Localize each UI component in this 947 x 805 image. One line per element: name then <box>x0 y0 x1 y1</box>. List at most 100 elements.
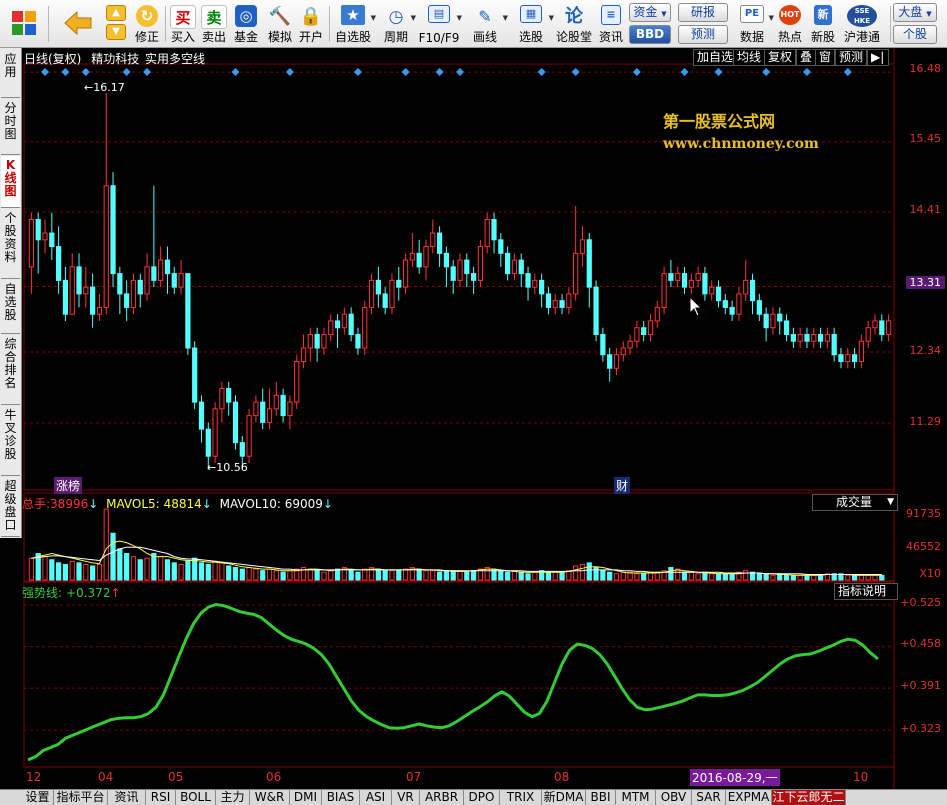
bottom-tab-boll[interactable]: BOLL <box>176 790 216 805</box>
indicator-help-button[interactable]: 指标说明 <box>834 583 898 600</box>
tab-diagnosis[interactable]: 牛叉诊股 <box>1 406 20 476</box>
period-button[interactable]: ◷ ▼ 周期 <box>378 2 416 46</box>
fix-button[interactable]: ↻ 修正 <box>132 2 162 46</box>
pin-button[interactable]: ▶| <box>867 49 889 66</box>
candle-body <box>90 286 96 315</box>
bottom-tab-vr[interactable]: VR <box>392 790 420 805</box>
window-button[interactable]: 窗 <box>815 49 836 66</box>
tab-stock-profile[interactable]: 个股资料 <box>1 209 20 279</box>
strength-label: 强势线: <box>22 586 63 600</box>
tab-ranking[interactable]: 综合排名 <box>1 335 20 405</box>
research-button[interactable]: 研报 <box>678 3 728 22</box>
forum-button[interactable]: 论 论股堂 <box>554 2 594 46</box>
rank-tag[interactable]: 涨榜 <box>54 477 83 494</box>
chevron-down-icon[interactable]: ▼ <box>503 14 508 22</box>
volume-bar <box>144 557 150 581</box>
candle-body <box>484 219 490 248</box>
bottom-tab-20[interactable]: 江下云郎无二 <box>772 790 846 805</box>
stock-screen-button[interactable]: ▦ ▼ 选股 <box>510 2 554 46</box>
volume-bar <box>783 574 790 581</box>
time-axis-label: 12 <box>26 770 42 784</box>
stock-button[interactable]: 个股 <box>893 25 937 44</box>
ipo-button[interactable]: 新 新股 <box>808 2 838 46</box>
volume-bar <box>375 568 381 581</box>
tab-intraday[interactable]: 分时图 <box>1 99 20 155</box>
chevron-down-icon[interactable]: ▼ <box>371 14 376 22</box>
bottom-tab-bbi[interactable]: BBI <box>586 790 616 805</box>
volume-bar <box>205 563 211 581</box>
hot-button[interactable]: HOT 热点 <box>774 2 806 46</box>
overlay-button[interactable]: 叠 <box>796 49 817 66</box>
app-grid-button[interactable] <box>4 2 44 46</box>
chart-canvas[interactable] <box>22 48 947 790</box>
sell-button[interactable]: 卖 卖出 <box>199 2 229 46</box>
data-button[interactable]: PE ▼ 数据 <box>732 2 774 46</box>
market-dropdown[interactable]: 大盘 ▼ <box>893 3 937 22</box>
bottom-tab-asi[interactable]: ASI <box>360 790 392 805</box>
tab-super-panel[interactable]: 超级盘口 <box>1 477 20 537</box>
bottom-tab-5[interactable]: 主力 <box>216 790 250 805</box>
tab-kline[interactable]: K线图 <box>1 156 20 208</box>
candle-body <box>770 313 776 329</box>
bottom-tab-0[interactable]: 设置 <box>22 790 54 805</box>
bottom-tab-mtm[interactable]: MTM <box>616 790 656 805</box>
tab-watchlist[interactable]: 自选股 <box>1 280 20 334</box>
bottom-tab-w-r[interactable]: W&R <box>250 790 290 805</box>
bottom-tab-arbr[interactable]: ARBR <box>420 790 464 805</box>
predict-button[interactable]: 预测 <box>835 49 868 66</box>
bottom-tab-bias[interactable]: BIAS <box>322 790 360 805</box>
volume-indicator-dropdown[interactable]: 成交量 ▼ <box>812 494 898 511</box>
f10-button[interactable]: ▤ ▼ F10/F9 <box>418 2 462 46</box>
back-button[interactable] <box>56 2 96 46</box>
restore-rights-button[interactable]: 复权 <box>764 49 797 66</box>
hot-label: 热点 <box>777 30 802 44</box>
volume-bar <box>185 560 191 581</box>
bottom-tab-dpo[interactable]: DPO <box>464 790 500 805</box>
bottom-tab-obv[interactable]: OBV <box>656 790 692 805</box>
candle-body <box>641 327 647 335</box>
volume-bar <box>42 556 48 581</box>
bottom-tab-rsi[interactable]: RSI <box>146 790 176 805</box>
draw-line-button[interactable]: ✎ ▼ 画线 <box>464 2 508 46</box>
bottom-tab-2[interactable]: 资讯 <box>108 790 146 805</box>
mouse-cursor-icon <box>689 296 703 317</box>
tab-apps[interactable]: 应用 <box>1 50 20 98</box>
news-button[interactable]: ≡ 资讯 <box>596 2 626 46</box>
fund-button[interactable]: ◎ 基金 <box>230 2 262 46</box>
buy-button[interactable]: 买 买入 <box>168 2 198 46</box>
bottom-tab-1[interactable]: 指标平台 <box>54 790 108 805</box>
add-watchlist-button[interactable]: 加自选 <box>693 49 738 66</box>
candle-body <box>430 232 436 248</box>
forecast-button[interactable]: 预测 <box>678 25 728 44</box>
volume-bar <box>498 570 504 581</box>
finance-tag[interactable]: 财 <box>614 477 631 494</box>
capital-dropdown[interactable]: 资金 ▼ <box>629 3 671 22</box>
signal-diamond <box>435 68 444 76</box>
volume-bar <box>695 573 701 581</box>
open-account-button[interactable]: 🔒 开户 <box>296 2 326 46</box>
price-axis-label: 12.34 <box>909 344 942 357</box>
bbd-button[interactable]: BBD <box>629 25 671 44</box>
volume-bar <box>430 570 436 581</box>
watchlist-button[interactable]: ★ ▼ 自选股 <box>332 2 376 46</box>
bottom-tab-sar[interactable]: SAR <box>692 790 726 805</box>
volume-bar <box>770 574 776 581</box>
updown-button[interactable]: ▲ ▼ <box>100 2 132 46</box>
bottom-tab-dmi[interactable]: DMI <box>290 790 322 805</box>
bottom-tab-dma[interactable]: 新DMA <box>542 790 586 805</box>
candle-body <box>239 442 245 457</box>
candle-body <box>396 279 402 288</box>
bottom-tab-trix[interactable]: TRIX <box>500 790 542 805</box>
volume-bar <box>634 573 640 581</box>
hk-connect-button[interactable]: SSE HKE 沪港通 <box>840 2 884 46</box>
lock-icon: 🔒 <box>299 6 323 27</box>
candle-body <box>566 293 572 308</box>
chevron-down-icon[interactable]: ▼ <box>457 14 462 22</box>
chevron-down-icon[interactable]: ▼ <box>411 14 416 22</box>
volume-axis-label: 91735 <box>906 507 941 520</box>
chart-area[interactable]: 日线(复权) 精功科技 实用多空线 加自选 均线 复权 叠 窗 预测 ▶| 第一… <box>22 48 947 790</box>
bottom-tab-expma[interactable]: EXPMA <box>726 790 772 805</box>
candle-body <box>743 279 749 295</box>
ma-button[interactable]: 均线 <box>733 49 766 66</box>
simulate-button[interactable]: 🔨 模拟 <box>264 2 296 46</box>
